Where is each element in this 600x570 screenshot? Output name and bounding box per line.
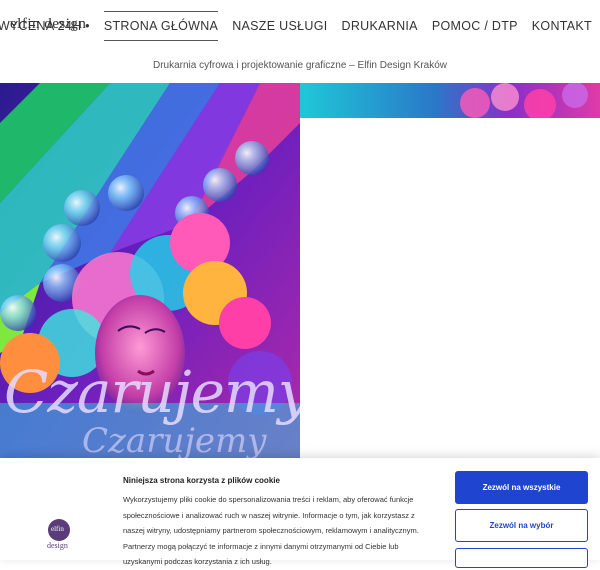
hero-script-text: Czarujemy: [4, 358, 300, 426]
cookie-logo-top: elfin: [51, 525, 64, 533]
allow-all-button[interactable]: Zezwól na wszystkie: [455, 471, 588, 504]
cookie-banner: elfin design Niniejsza strona korzysta z…: [0, 458, 600, 568]
tagline: Drukarnia cyfrowa i projektowanie grafic…: [152, 60, 448, 71]
hero-strip-image: [300, 83, 600, 118]
nav-item-pomoc-dtp[interactable]: POMOC / DTP: [432, 11, 518, 41]
main-nav: • WYCENA 24H • STRONA GŁÓWNA NASZE USŁUG…: [0, 0, 592, 52]
cookie-settings-button[interactable]: [455, 548, 588, 568]
hero-image: Czarujemy Czarujemy: [0, 83, 300, 460]
cookie-body: Wykorzystujemy pliki cookie do spersonal…: [123, 495, 419, 566]
hero-script-shadow: Czarujemy: [82, 421, 267, 460]
cookie-logo: elfin design: [45, 518, 73, 558]
site-header: elfin design • WYCENA 24H • STRONA GŁÓWN…: [0, 0, 600, 52]
nav-item-kontakt[interactable]: KONTAKT: [532, 11, 592, 41]
nav-item-wycena[interactable]: • WYCENA 24H •: [0, 11, 90, 41]
nav-item-strona-glowna[interactable]: STRONA GŁÓWNA: [103, 11, 219, 41]
cookie-logo-bottom: design: [47, 541, 68, 550]
allow-selection-button[interactable]: Zezwól na wybór: [455, 509, 588, 542]
nav-item-drukarnia[interactable]: DRUKARNIA: [342, 11, 418, 41]
cookie-title: Niniejsza strona korzysta z plików cooki…: [123, 476, 280, 485]
nav-item-nasze-uslugi[interactable]: NASZE USŁUGI: [232, 11, 327, 41]
